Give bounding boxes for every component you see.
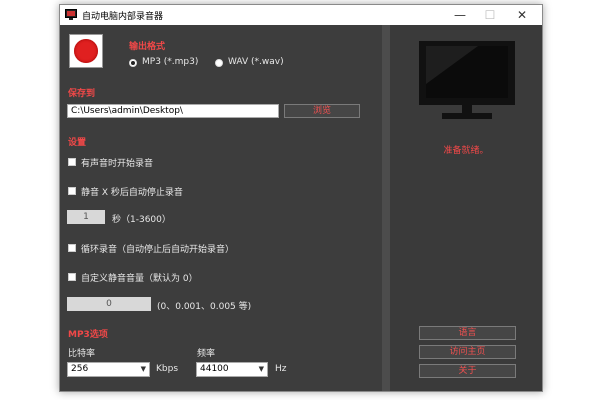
- silence-level-input[interactable]: 0: [67, 297, 151, 311]
- mp3-options-heading: MP3选项: [68, 330, 108, 340]
- homepage-button[interactable]: 访问主页: [419, 345, 516, 359]
- panel-divider: [382, 25, 390, 391]
- chevron-down-icon: ▼: [258, 365, 264, 373]
- silence-seconds-input[interactable]: 1: [67, 210, 105, 224]
- minimize-icon[interactable]: —: [444, 5, 476, 25]
- chevron-down-icon: ▼: [140, 365, 146, 373]
- silence-level-hint: (0、0.001、0.005 等): [157, 302, 252, 312]
- radio-mp3-label[interactable]: MP3 (*.mp3): [142, 57, 198, 67]
- stop-after-silence-checkbox[interactable]: [68, 187, 76, 195]
- start-on-sound-checkbox[interactable]: [68, 158, 76, 166]
- app-window: 自动电脑内部录音器 — ☐ ✕ 输出格式 MP3 (*.mp3) WAV (*.…: [59, 4, 543, 392]
- frequency-select[interactable]: 44100 ▼: [196, 362, 268, 377]
- title-bar[interactable]: 自动电脑内部录音器 — ☐ ✕: [60, 5, 542, 25]
- close-icon[interactable]: ✕: [506, 5, 538, 25]
- loop-record-label: 循环录音（自动停止后自动开始录音）: [81, 245, 235, 255]
- browse-button[interactable]: 浏览: [284, 104, 360, 118]
- record-icon: [74, 39, 98, 63]
- bitrate-unit: Kbps: [156, 364, 179, 374]
- bitrate-select[interactable]: 256 ▼: [67, 362, 150, 377]
- app-icon: [65, 9, 77, 20]
- frequency-label: 频率: [197, 349, 216, 359]
- custom-silence-label: 自定义静音音量（默认为 0）: [81, 274, 198, 284]
- language-button[interactable]: 语言: [419, 326, 516, 340]
- frequency-value: 44100: [200, 364, 229, 374]
- settings-heading: 设置: [68, 138, 87, 148]
- settings-panel: [60, 25, 382, 391]
- save-to-heading: 保存到: [68, 89, 96, 99]
- monitor-icon: [419, 41, 515, 119]
- stop-after-silence-label: 静音 X 秒后自动停止录音: [81, 188, 183, 198]
- maximize-icon[interactable]: ☐: [474, 5, 506, 25]
- radio-mp3[interactable]: [129, 59, 137, 67]
- start-on-sound-label: 有声音时开始录音: [81, 159, 154, 169]
- radio-wav[interactable]: [215, 59, 223, 67]
- seconds-range-label: 秒（1-3600）: [112, 215, 171, 225]
- custom-silence-checkbox[interactable]: [68, 273, 76, 281]
- frequency-unit: Hz: [275, 364, 287, 374]
- output-format-heading: 输出格式: [129, 42, 166, 52]
- window-title: 自动电脑内部录音器: [82, 12, 164, 22]
- about-button[interactable]: 关于: [419, 364, 516, 378]
- save-path-input[interactable]: C:\Users\admin\Desktop\: [67, 104, 279, 118]
- bitrate-value: 256: [71, 364, 89, 374]
- record-button[interactable]: [69, 34, 103, 68]
- radio-wav-label[interactable]: WAV (*.wav): [228, 57, 284, 67]
- bitrate-label: 比特率: [68, 349, 96, 359]
- loop-record-checkbox[interactable]: [68, 244, 76, 252]
- status-text: 准备就绪。: [443, 146, 489, 156]
